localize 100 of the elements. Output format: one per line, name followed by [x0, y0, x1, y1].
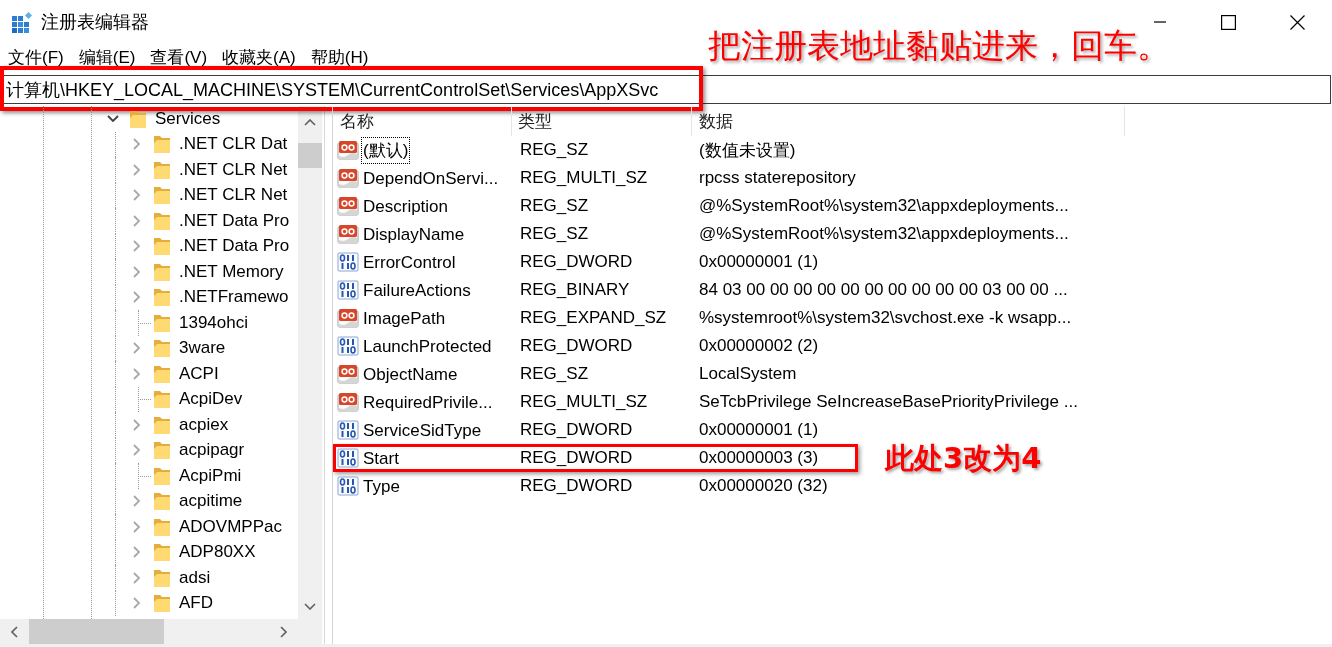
- chevron-right-icon[interactable]: [133, 240, 141, 253]
- tree-item[interactable]: .NET Memory: [179, 261, 284, 282]
- tree-item[interactable]: AcpiPmi: [179, 465, 242, 486]
- chevron-down-icon[interactable]: [304, 602, 316, 610]
- menu-item[interactable]: 帮助(H): [310, 45, 369, 69]
- window-title: 注册表编辑器: [41, 11, 149, 34]
- value-name[interactable]: Start: [362, 445, 400, 471]
- folder-icon: [154, 288, 170, 307]
- chevron-right-icon[interactable]: [133, 138, 141, 151]
- value-name[interactable]: DisplayName: [362, 221, 466, 247]
- tree-item[interactable]: .NET Data Pro: [179, 236, 290, 257]
- value-name[interactable]: ServiceSidType: [362, 417, 483, 443]
- chevron-right-icon[interactable]: [133, 265, 141, 278]
- value-name[interactable]: ImagePath: [362, 305, 447, 331]
- value-data: 0x00000003 (3): [698, 448, 819, 468]
- value-name[interactable]: RequiredPrivile...: [362, 389, 494, 415]
- tree-item[interactable]: ADP80XX: [179, 542, 256, 563]
- value-name[interactable]: Type: [362, 473, 401, 499]
- folder-icon: [154, 517, 170, 536]
- value-data: @%SystemRoot%\system32\appxdeployments...: [698, 196, 1069, 216]
- folder-icon: [154, 492, 170, 511]
- value-name[interactable]: Description: [362, 193, 450, 219]
- folder-icon: [154, 543, 170, 562]
- value-type: REG_SZ: [519, 140, 590, 160]
- string-value-icon: [337, 168, 359, 188]
- value-name[interactable]: FailureActions: [362, 277, 472, 303]
- value-type: REG_MULTI_SZ: [519, 392, 649, 412]
- minimize-icon: [1153, 21, 1166, 23]
- tree-item[interactable]: .NET CLR Net: [179, 159, 288, 180]
- scroll-thumb[interactable]: [29, 619, 164, 644]
- tree-item[interactable]: AFD: [179, 593, 213, 614]
- chevron-right-icon[interactable]: [133, 291, 141, 304]
- value-type: REG_SZ: [519, 364, 590, 384]
- tree-item[interactable]: acpipagr: [179, 440, 245, 461]
- value-data: @%SystemRoot%\system32\appxdeployments...: [698, 224, 1069, 244]
- menu-item[interactable]: 编辑(E): [78, 45, 136, 69]
- value-data: 0x00000020 (32): [698, 476, 828, 496]
- value-name[interactable]: LaunchProtected: [362, 333, 493, 359]
- string-value-icon: [337, 308, 359, 328]
- binary-value-icon: [337, 280, 359, 300]
- value-name[interactable]: (默认): [362, 137, 410, 163]
- binary-value-icon: [337, 420, 359, 440]
- value-data: 0x00000002 (2): [698, 336, 819, 356]
- tree-item[interactable]: 1394ohci: [179, 312, 248, 333]
- value-type: REG_BINARY: [519, 280, 631, 300]
- binary-value-icon: [337, 252, 359, 272]
- tree-item[interactable]: acpitime: [179, 491, 243, 512]
- value-type: REG_DWORD: [519, 252, 634, 272]
- folder-icon: [154, 594, 170, 613]
- value-data: (数值未设置): [698, 139, 796, 162]
- column-header[interactable]: 名称: [333, 106, 512, 136]
- chevron-right-icon[interactable]: [133, 189, 141, 202]
- chevron-right-icon[interactable]: [133, 163, 141, 176]
- tree-item[interactable]: .NETFramewo: [179, 287, 289, 308]
- tree-item[interactable]: ADOVMPPac: [179, 516, 282, 537]
- folder-icon: [154, 211, 170, 230]
- chevron-right-icon[interactable]: [280, 625, 287, 638]
- chevron-right-icon[interactable]: [133, 367, 141, 380]
- chevron-right-icon[interactable]: [133, 342, 141, 355]
- column-header[interactable]: 数据: [692, 106, 1125, 136]
- tree-item[interactable]: 3ware: [179, 338, 226, 359]
- folder-icon: [154, 313, 170, 332]
- chevron-right-icon[interactable]: [133, 571, 141, 584]
- tree-item[interactable]: .NET CLR Dat: [179, 134, 288, 155]
- folder-icon: [154, 466, 170, 485]
- string-value-icon: [337, 364, 359, 384]
- menu-item[interactable]: 文件(F): [8, 45, 64, 69]
- tree-item[interactable]: .NET Data Pro: [179, 210, 290, 231]
- scroll-thumb[interactable]: [298, 143, 322, 168]
- value-name[interactable]: ObjectName: [362, 361, 459, 387]
- folder-icon: [154, 415, 170, 434]
- folder-icon: [154, 390, 170, 409]
- chevron-right-icon[interactable]: [133, 546, 141, 559]
- column-header[interactable]: 类型: [512, 106, 692, 136]
- value-data: 84 03 00 00 00 00 00 00 00 00 00 00 03 00 00 ...: [698, 280, 1068, 300]
- chevron-down-icon[interactable]: [107, 114, 119, 123]
- string-value-icon: [337, 224, 359, 244]
- chevron-right-icon[interactable]: [133, 444, 141, 457]
- value-name[interactable]: ErrorControl: [362, 249, 457, 275]
- tree-item[interactable]: ACPI: [179, 363, 219, 384]
- tree-item[interactable]: Services: [155, 108, 221, 129]
- tree-item[interactable]: AcpiDev: [179, 389, 243, 410]
- value-data: rpcss staterepository: [698, 168, 856, 188]
- folder-icon: [154, 160, 170, 179]
- chevron-right-icon[interactable]: [133, 214, 141, 227]
- tree-item[interactable]: adsi: [179, 567, 211, 588]
- value-name[interactable]: DependOnServi...: [362, 165, 500, 191]
- value-type: REG_EXPAND_SZ: [519, 308, 668, 328]
- chevron-right-icon[interactable]: [133, 597, 141, 610]
- chevron-right-icon[interactable]: [133, 520, 141, 533]
- tree-item[interactable]: .NET CLR Net: [179, 185, 288, 206]
- chevron-right-icon[interactable]: [133, 418, 141, 431]
- tree-item[interactable]: acpiex: [179, 414, 229, 435]
- chevron-up-icon[interactable]: [304, 118, 316, 126]
- chevron-left-icon[interactable]: [11, 625, 18, 638]
- folder-icon: [154, 135, 170, 154]
- menu-item[interactable]: 查看(V): [150, 45, 208, 69]
- binary-value-icon: [337, 336, 359, 356]
- menu-item[interactable]: 收藏夹(A): [222, 45, 296, 69]
- chevron-right-icon[interactable]: [133, 495, 141, 508]
